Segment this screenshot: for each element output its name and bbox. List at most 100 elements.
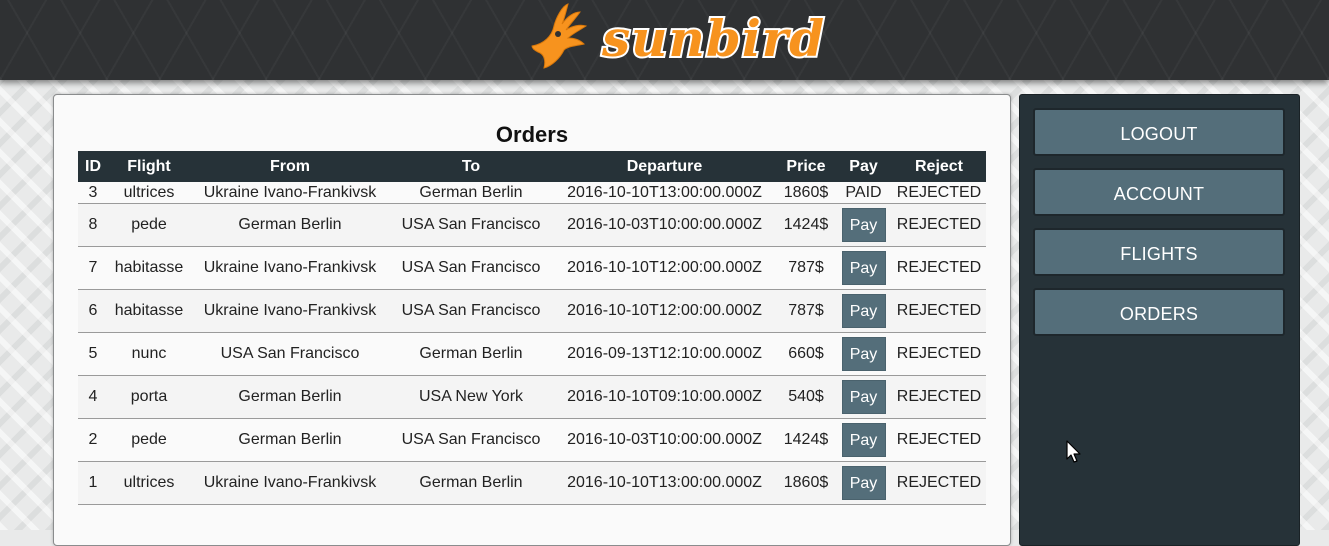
bird-icon [531,3,588,69]
column-header-price: Price [777,151,835,182]
pay-button[interactable]: Pay [841,423,886,457]
brand-wordmark: sunbird [601,9,825,68]
cell-from: German Berlin [190,418,390,462]
page-title: Orders [495,122,569,147]
cell-flight: pede [108,203,190,247]
column-header-pay: Pay [835,151,892,182]
cell-id: 7 [78,246,108,290]
cell-to: German Berlin [390,332,552,376]
cell-price: 1424$ [777,203,835,247]
cell-price: 660$ [777,332,835,376]
cell-price: 1424$ [777,418,835,462]
pay-button[interactable]: Pay [841,466,886,500]
column-header-departure: Departure [552,151,777,182]
cell-reject-status: REJECTED [892,203,986,247]
cell-reject-status: REJECTED [892,461,986,505]
cell-reject-status: REJECTED [892,289,986,333]
column-header-reject: Reject [892,151,986,182]
cell-pay: Pay [835,246,892,290]
column-header-to: To [390,151,552,182]
cell-pay: Pay [835,461,892,505]
cell-pay: Pay [835,289,892,333]
table-row: 8 pede German Berlin USA San Francisco 2… [78,203,986,247]
mouse-cursor-icon [1066,440,1081,463]
cell-price: 540$ [777,375,835,419]
cell-to: USA San Francisco [390,418,552,462]
cell-flight: habitasse [108,289,190,333]
cell-reject-status: REJECTED [892,246,986,290]
cell-to: USA San Francisco [390,246,552,290]
sunbird-logo[interactable]: sunbird [524,0,834,72]
cell-departure: 2016-10-10T12:00:00.000Z [552,246,777,290]
cell-flight: habitasse [108,246,190,290]
cell-departure: 2016-10-10T12:00:00.000Z [552,289,777,333]
cell-reject-status: REJECTED [892,332,986,376]
cell-flight: ultrices [108,461,190,505]
paid-status: PAID [835,182,892,204]
cell-id: 1 [78,461,108,505]
cell-departure: 2016-09-13T12:10:00.000Z [552,332,777,376]
table-row: 4 porta German Berlin USA New York 2016-… [78,375,986,419]
cell-departure: 2016-10-10T13:00:00.000Z [552,461,777,505]
cell-id: 2 [78,418,108,462]
logout-button[interactable]: LOGOUT [1033,108,1285,156]
cell-departure: 2016-10-10T09:10:00.000Z [552,375,777,419]
pay-button[interactable]: Pay [841,208,886,242]
table-row: 6 habitasse Ukraine Ivano-Frankivsk USA … [78,289,986,333]
pay-button[interactable]: Pay [841,251,886,285]
cell-flight: porta [108,375,190,419]
cell-from: Ukraine Ivano-Frankivsk [190,246,390,290]
cell-departure: 2016-10-03T10:00:00.000Z [552,418,777,462]
cell-pay: Pay [835,203,892,247]
cell-id: 5 [78,332,108,376]
cell-pay: Pay [835,375,892,419]
cell-from: USA San Francisco [190,332,390,376]
flights-button[interactable]: FLIGHTS [1033,228,1285,276]
cell-id: 4 [78,375,108,419]
cell-pay: Pay [835,332,892,376]
sidebar-nav: LOGOUT ACCOUNT FLIGHTS ORDERS [1019,94,1300,546]
cell-to: USA San Francisco [390,203,552,247]
cell-price: 1860$ [777,461,835,505]
cell-price: 1860$ [777,182,835,204]
cell-from: German Berlin [190,203,390,247]
pay-button[interactable]: Pay [841,380,886,414]
cell-flight: nunc [108,332,190,376]
cell-id: 6 [78,289,108,333]
pay-button[interactable]: Pay [841,337,886,371]
table-row: 3 ultrices Ukraine Ivano-Frankivsk Germa… [78,182,986,204]
cell-departure: 2016-10-10T13:00:00.000Z [552,182,777,204]
cell-price: 787$ [777,246,835,290]
cell-flight: pede [108,418,190,462]
column-header-id: ID [78,151,108,182]
pay-button[interactable]: Pay [841,294,886,328]
cell-price: 787$ [777,289,835,333]
column-header-flight: Flight [108,151,190,182]
cell-flight: ultrices [108,182,190,204]
table-row: 5 nunc USA San Francisco German Berlin 2… [78,332,986,376]
cell-from: Ukraine Ivano-Frankivsk [190,289,390,333]
cell-from: Ukraine Ivano-Frankivsk [190,182,390,204]
top-header: sunbird [0,0,1329,80]
cell-from: German Berlin [190,375,390,419]
cell-to: German Berlin [390,461,552,505]
cell-reject-status: REJECTED [892,375,986,419]
orders-table: ID Flight From To Departure Price Pay Re… [78,151,986,505]
cell-id: 3 [78,182,108,204]
cell-from: Ukraine Ivano-Frankivsk [190,461,390,505]
cell-id: 8 [78,203,108,247]
table-row: 2 pede German Berlin USA San Francisco 2… [78,418,986,462]
table-header-row: ID Flight From To Departure Price Pay Re… [78,151,986,182]
table-row: 7 habitasse Ukraine Ivano-Frankivsk USA … [78,246,986,290]
cell-reject-status: REJECTED [892,418,986,462]
cell-to: German Berlin [390,182,552,204]
table-row: 1 ultrices Ukraine Ivano-Frankivsk Germa… [78,461,986,505]
cell-reject-status: REJECTED [892,182,986,204]
orders-button[interactable]: ORDERS [1033,288,1285,336]
cell-departure: 2016-10-03T10:00:00.000Z [552,203,777,247]
account-button[interactable]: ACCOUNT [1033,168,1285,216]
cell-to: USA New York [390,375,552,419]
column-header-from: From [190,151,390,182]
cell-pay: Pay [835,418,892,462]
cell-to: USA San Francisco [390,289,552,333]
